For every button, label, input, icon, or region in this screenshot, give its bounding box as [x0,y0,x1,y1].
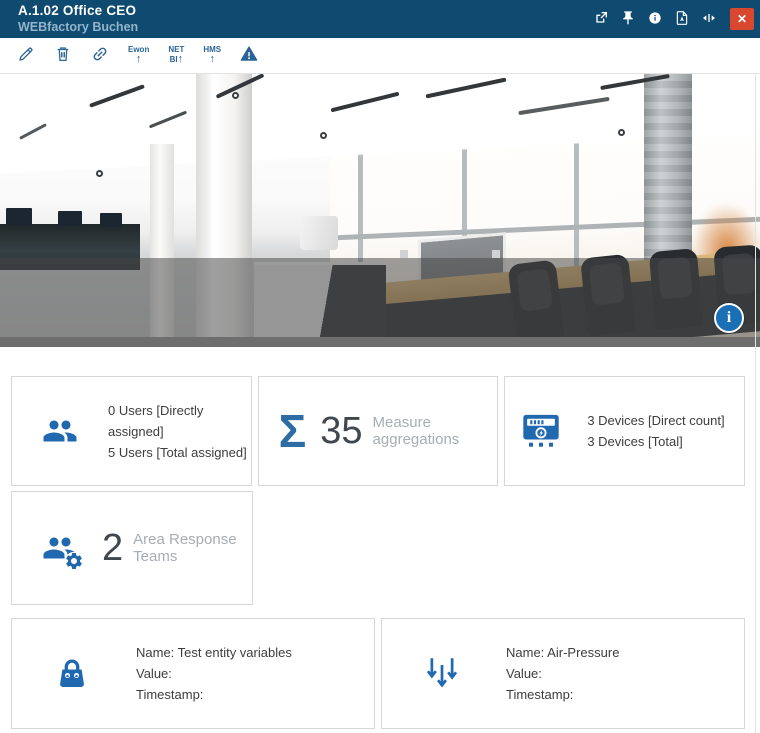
photo-monitor [472,212,520,250]
panel-right-border [755,74,756,733]
bag-icon [54,656,90,692]
devices-total-count: 3 Devices [Total] [587,434,683,449]
devices-direct-count: 3 Devices [Direct count] [587,413,725,428]
netbi-upload-button[interactable]: NET BI↑ [168,45,184,66]
photo-monitor [58,211,82,226]
edit-button[interactable] [17,45,35,66]
toolbar: Ewon ↑ NET BI↑ HMS ↑ [0,38,760,74]
pressure-arrows-icon [424,656,460,692]
variable-value: Value: [506,666,542,681]
edit-icon [17,45,35,66]
info-button[interactable] [645,8,665,30]
photo-smoke-detector [320,132,327,139]
upload-arrow-icon: ↑ [209,52,215,65]
panel-window: A.1.02 Office CEO WEBfactory Buchen ✕ Ew… [0,0,760,733]
info-icon [647,10,663,29]
open-external-icon [593,10,609,29]
sigma-icon: Σ [278,405,307,457]
photo-overlay-strip [0,337,760,347]
resize-horizontal-icon [701,10,717,29]
ewon-upload-button[interactable]: Ewon ↑ [128,45,149,66]
photo-monitor [300,216,338,250]
link-icon [91,45,109,66]
photo-smoke-detector [96,170,103,177]
upload-arrow-icon: ↑ [177,52,184,65]
page-title: A.1.02 Office CEO [18,2,137,18]
response-team-icon [40,530,84,571]
export-pdf-button[interactable] [672,8,692,30]
device-meter-icon [521,411,561,451]
photo-monitor-stand [400,250,408,258]
aggregations-card[interactable]: Σ 35 Measure aggregations [257,376,499,486]
warning-icon [240,45,258,66]
stats-section: 0 Users [Directly assigned] 5 Users [Tot… [0,347,760,729]
variable-timestamp: Timestamp: [506,687,574,702]
warning-button[interactable] [240,45,258,66]
area-photo: i [0,74,760,347]
export-pdf-icon [674,10,690,29]
aggregations-value: 35 [320,409,363,452]
teams-label: Area Response Teams [133,531,237,565]
resize-horizontal-button[interactable] [699,8,719,30]
photo-smoke-detector [232,92,239,99]
photo-monitor [100,213,122,227]
entity-variable-card-left[interactable]: Name: Test entity variables Value: Times… [11,618,375,729]
close-button[interactable]: ✕ [730,8,754,30]
response-teams-card[interactable]: 2 Area Response Teams [11,491,253,605]
users-total-count: 5 Users [Total assigned] [108,444,247,460]
variable-name: Name: Air-Pressure [506,645,620,660]
teams-value: 2 [102,526,124,569]
variable-value: Value: [136,666,172,681]
users-icon [42,413,78,449]
link-button[interactable] [91,45,109,66]
photo-monitor [6,208,32,225]
pin-icon [620,10,636,29]
photo-info-button[interactable]: i [714,303,744,333]
open-external-button[interactable] [591,8,611,30]
photo-dark-overlay [0,258,760,347]
title-block: A.1.02 Office CEO WEBfactory Buchen [18,3,138,36]
photo-monitor [382,214,426,250]
photo-monitor [559,191,647,264]
users-card[interactable]: 0 Users [Directly assigned] 5 Users [Tot… [11,376,252,486]
entity-variable-card-right[interactable]: Name: Air-Pressure Value: Timestamp: [381,618,745,729]
netbi-label-line2: BI↑ [169,52,184,65]
page-subtitle: WEBfactory Buchen [18,19,139,34]
close-icon: ✕ [736,12,748,26]
photo-smoke-detector [618,129,625,136]
title-bar: A.1.02 Office CEO WEBfactory Buchen ✕ [0,0,760,38]
delete-icon [54,45,72,66]
gear-icon [64,551,84,571]
delete-button[interactable] [54,45,72,66]
users-direct-count: 0 Users [Directly assigned] [108,402,204,439]
variable-timestamp: Timestamp: [136,687,204,702]
hms-upload-button[interactable]: HMS ↑ [203,45,221,66]
upload-arrow-icon: ↑ [135,52,142,65]
variable-name: Name: Test entity variables [136,645,292,660]
window-actions: ✕ [591,8,754,30]
aggregations-label: Measure aggregations [372,414,460,448]
info-circle-icon: i [726,309,732,326]
pin-button[interactable] [618,8,638,30]
devices-card[interactable]: 3 Devices [Direct count] 3 Devices [Tota… [504,376,745,486]
photo-monitor-stand [492,250,500,258]
